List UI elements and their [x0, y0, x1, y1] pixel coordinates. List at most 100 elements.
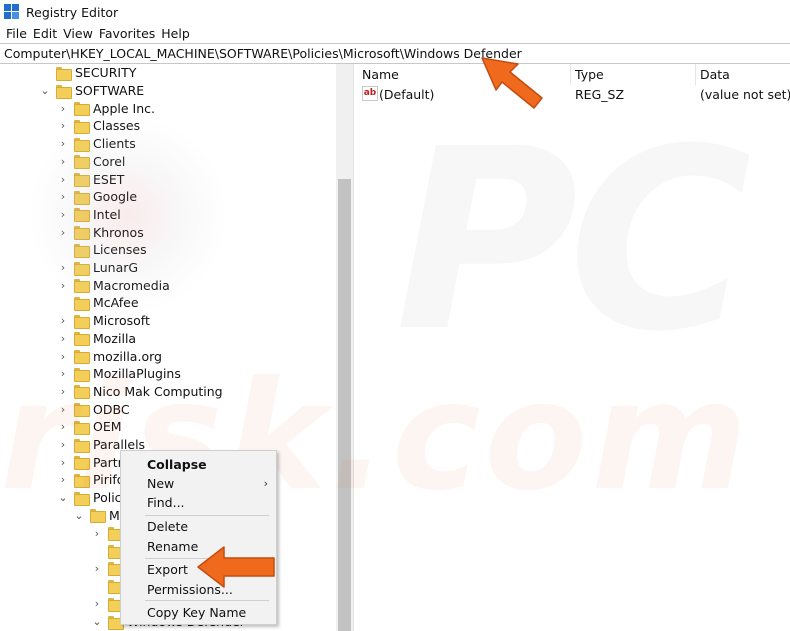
menu-file[interactable]: File	[3, 26, 30, 41]
chevron-right-icon[interactable]: ›	[56, 172, 70, 186]
folder-icon	[74, 314, 90, 329]
tree-node[interactable]: › Apple Inc.	[56, 99, 155, 117]
chevron-right-icon[interactable]: ›	[56, 154, 70, 168]
menu-bar: File Edit View Favorites Help	[0, 24, 790, 43]
chevron-right-icon[interactable]: ›	[56, 119, 70, 133]
tree-node[interactable]: › Google	[56, 188, 137, 206]
list-header: Name Type Data	[358, 64, 790, 85]
tree-node[interactable]: › OEM	[56, 418, 122, 436]
address-bar[interactable]: Computer\HKEY_LOCAL_MACHINE\SOFTWARE\Pol…	[0, 43, 790, 64]
value-row[interactable]: ab (Default) REG_SZ (value not set)	[358, 86, 790, 104]
tree-node[interactable]: ›SECURITY	[38, 64, 136, 82]
chevron-right-icon[interactable]: ›	[56, 455, 70, 469]
chevron-down-icon[interactable]: ⌄	[90, 615, 104, 629]
column-header-type[interactable]: Type	[575, 67, 604, 82]
menu-separator	[145, 600, 269, 601]
context-menu-new[interactable]: New ›	[121, 473, 276, 493]
tree-node-label: SECURITY	[75, 65, 137, 81]
chevron-right-icon[interactable]: ›	[56, 438, 70, 452]
title-bar: Registry Editor	[0, 0, 790, 24]
folder-icon	[90, 509, 106, 524]
column-header-name[interactable]: Name	[362, 67, 399, 82]
column-divider[interactable]	[695, 64, 696, 85]
tree-node[interactable]: › Pirifor	[56, 471, 130, 489]
chevron-right-icon[interactable]: ›	[56, 278, 70, 292]
tree-node[interactable]: › Clients	[56, 135, 136, 153]
folder-icon	[74, 367, 90, 382]
column-divider[interactable]	[570, 64, 571, 85]
menu-edit[interactable]: Edit	[30, 26, 60, 41]
tree-node[interactable]: ⌄ Mi	[72, 507, 123, 525]
tree-node-label: Corel	[93, 153, 126, 169]
folder-icon	[74, 438, 90, 453]
tree-node-label: Microsoft	[93, 313, 150, 329]
menu-favorites[interactable]: Favorites	[96, 26, 158, 41]
chevron-right-icon[interactable]: ›	[56, 101, 70, 115]
tree-node[interactable]: ›McAfee	[56, 294, 139, 312]
menu-help[interactable]: Help	[158, 26, 193, 41]
chevron-right-icon[interactable]: ›	[56, 225, 70, 239]
chevron-right-icon[interactable]: ›	[56, 314, 70, 328]
chevron-down-icon[interactable]: ⌄	[72, 508, 86, 522]
chevron-right-icon[interactable]: ›	[56, 207, 70, 221]
tree-scrollbar-thumb[interactable]	[338, 179, 351, 631]
column-header-data[interactable]: Data	[700, 67, 730, 82]
chevron-right-icon[interactable]: ›	[90, 561, 104, 575]
tree-node-label: Clients	[93, 136, 136, 152]
tree-node-label: Khronos	[93, 224, 144, 240]
tree-node[interactable]: ⌄ SOFTWARE	[38, 82, 144, 100]
tree-node[interactable]: › Microsoft	[56, 312, 150, 330]
tree-node[interactable]: › MozillaPlugins	[56, 365, 181, 383]
tree-node[interactable]: › ODBC	[56, 400, 130, 418]
window-title: Registry Editor	[26, 4, 119, 20]
folder-icon	[74, 119, 90, 134]
context-menu-delete[interactable]: Delete	[121, 516, 276, 536]
context-menu-collapse[interactable]: Collapse	[121, 454, 276, 474]
tree-node[interactable]: › LunarG	[56, 259, 138, 277]
chevron-right-icon[interactable]: ›	[56, 384, 70, 398]
folder-icon	[74, 279, 90, 294]
context-menu: Collapse New › Find... Delete Rename Exp…	[120, 450, 277, 625]
chevron-right-icon[interactable]: ›	[56, 420, 70, 434]
chevron-right-icon[interactable]: ›	[90, 526, 104, 540]
context-menu-new-label: New	[147, 475, 175, 491]
context-menu-permissions[interactable]: Permissions...	[121, 579, 276, 599]
menu-view[interactable]: View	[60, 26, 96, 41]
tree-node[interactable]: ›Licenses	[56, 241, 147, 259]
chevron-right-icon[interactable]: ›	[56, 402, 70, 416]
tree-node[interactable]: › Corel	[56, 153, 125, 171]
tree-node[interactable]: › ESET	[56, 170, 124, 188]
chevron-right-icon[interactable]: ›	[56, 349, 70, 363]
tree-node[interactable]: › Classes	[56, 117, 140, 135]
tree-scrollbar[interactable]	[336, 64, 353, 631]
chevron-right-icon[interactable]: ›	[90, 597, 104, 611]
folder-icon	[74, 261, 90, 276]
context-menu-rename[interactable]: Rename	[121, 536, 276, 556]
tree-node[interactable]: › mozilla.org	[56, 347, 162, 365]
tree-node[interactable]: › Mozilla	[56, 330, 136, 348]
tree-node[interactable]: › Macromedia	[56, 276, 170, 294]
address-path[interactable]: Computer\HKEY_LOCAL_MACHINE\SOFTWARE\Pol…	[4, 46, 522, 61]
chevron-right-icon[interactable]: ›	[56, 473, 70, 487]
chevron-down-icon[interactable]: ⌄	[38, 84, 52, 98]
tree-node[interactable]: › Khronos	[56, 223, 144, 241]
folder-icon	[56, 66, 72, 81]
chevron-right-icon[interactable]: ›	[56, 367, 70, 381]
folder-icon	[74, 385, 90, 400]
chevron-right-icon[interactable]: ›	[56, 331, 70, 345]
chevron-right-icon[interactable]: ›	[56, 190, 70, 204]
tree-node[interactable]: › Intel	[56, 206, 121, 224]
tree-node[interactable]: › Nico Mak Computing	[56, 383, 223, 401]
pane-splitter[interactable]	[353, 64, 357, 631]
chevron-down-icon[interactable]: ⌄	[56, 491, 70, 505]
context-menu-export[interactable]: Export	[121, 559, 276, 579]
tree-node-label: MozillaPlugins	[93, 366, 181, 382]
context-menu-copy-key-name[interactable]: Copy Key Name	[121, 602, 276, 622]
chevron-right-icon[interactable]: ›	[56, 137, 70, 151]
context-menu-find[interactable]: Find...	[121, 492, 276, 512]
tree-node-label: Macromedia	[93, 277, 170, 293]
value-type: REG_SZ	[575, 87, 625, 102]
value-data: (value not set)	[700, 87, 790, 102]
chevron-right-icon[interactable]: ›	[56, 261, 70, 275]
tree-node-label: SOFTWARE	[75, 83, 145, 99]
